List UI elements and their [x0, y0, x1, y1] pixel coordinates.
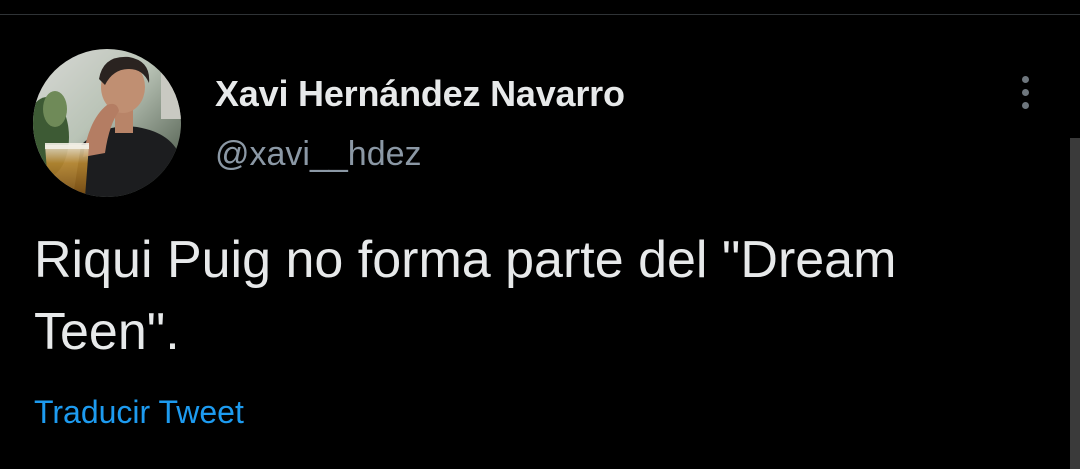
translate-tweet-link[interactable]: Traducir Tweet [34, 394, 244, 431]
author-display-name[interactable]: Xavi Hernández Navarro [215, 73, 625, 115]
top-divider [0, 14, 1080, 15]
author-handle[interactable]: @xavi__hdez [215, 135, 422, 174]
profile-photo [33, 49, 181, 197]
avatar[interactable] [33, 49, 181, 197]
more-options-icon-dot [1021, 88, 1029, 96]
tweet-text: Riqui Puig no forma parte del "Dream Tee… [34, 231, 910, 361]
scrollbar[interactable] [1070, 138, 1080, 469]
more-options-icon-dot [1021, 101, 1029, 109]
more-options-icon [1021, 75, 1029, 83]
more-options-button[interactable] [1008, 70, 1042, 114]
